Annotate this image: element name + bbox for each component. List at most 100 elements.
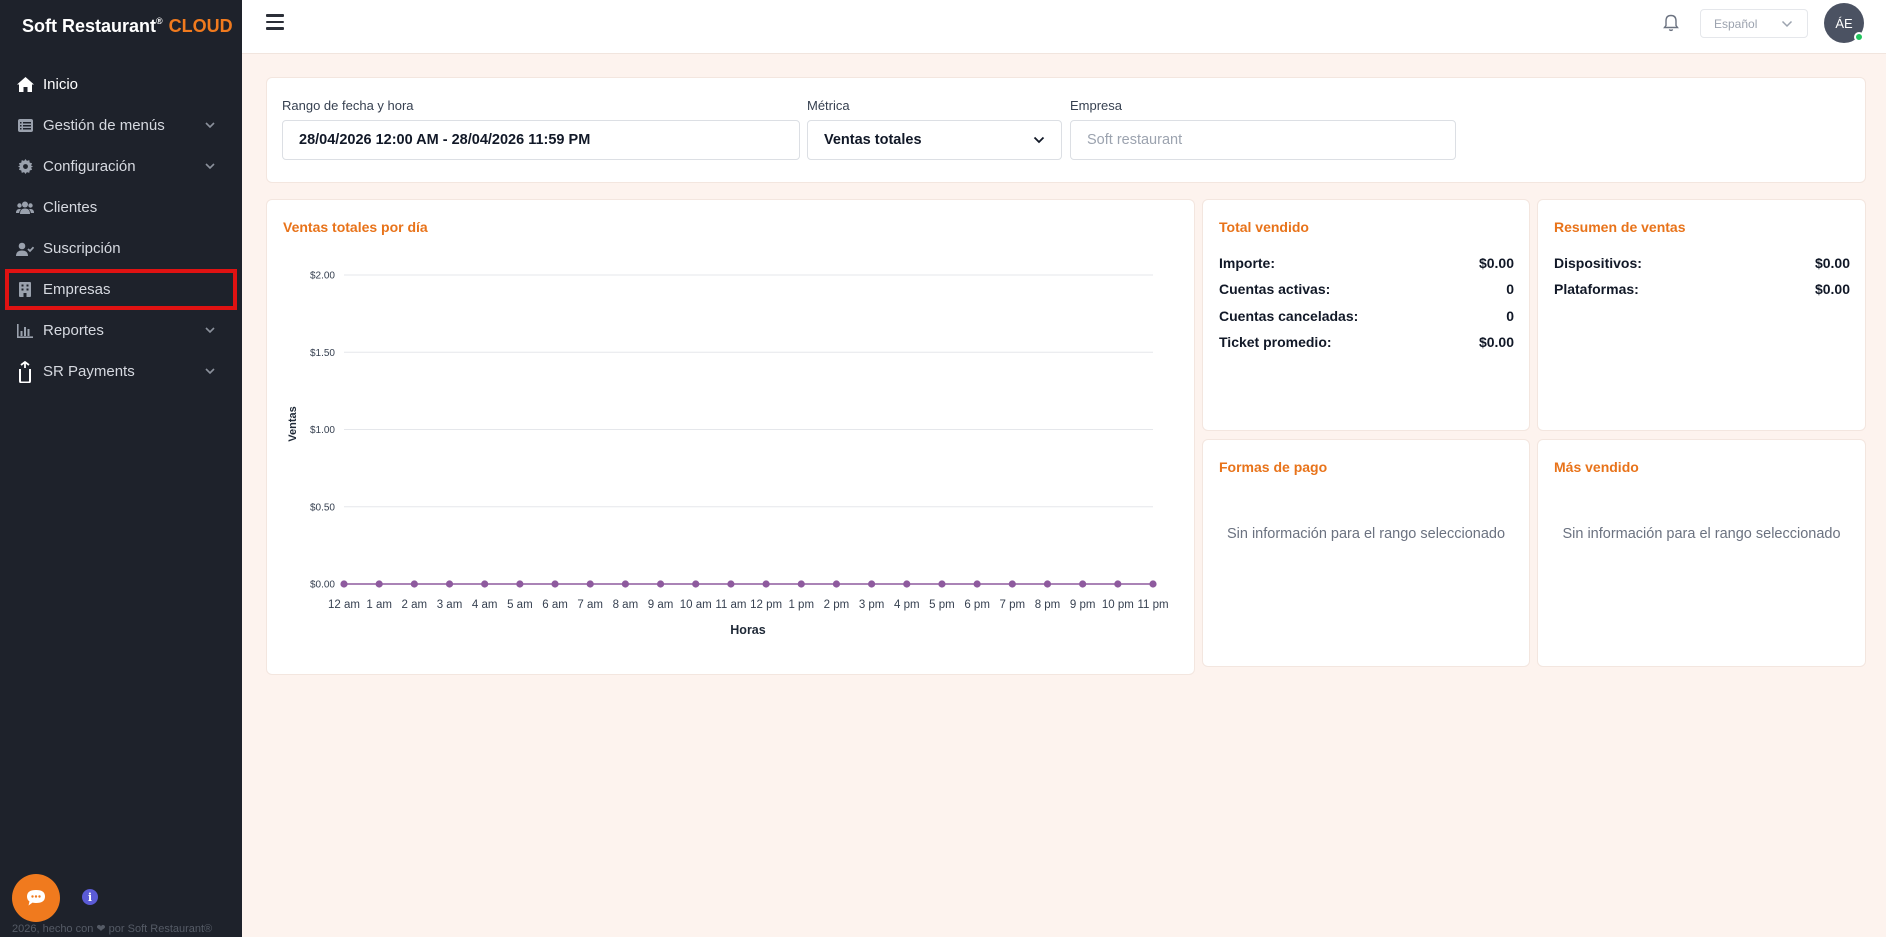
- brand-suffix: CLOUD: [168, 16, 233, 36]
- sidebar-item-label: Inicio: [43, 76, 79, 93]
- mas-vendido-title: Más vendido: [1554, 459, 1639, 475]
- chevron-down-icon: [205, 327, 215, 334]
- x-tick-label: 6 am: [542, 599, 568, 611]
- data-point: [481, 580, 489, 588]
- data-point: [551, 580, 559, 588]
- data-point: [1149, 580, 1157, 588]
- row-label: Importe:: [1219, 255, 1275, 271]
- x-tick-label: 11 pm: [1137, 599, 1168, 611]
- row-label: Cuentas canceladas:: [1219, 308, 1359, 324]
- resumen-row-dispositivos: Dispositivos: $0.00: [1554, 255, 1850, 273]
- date-range-value: 28/04/2026 12:00 AM - 28/04/2026 11:59 P…: [299, 132, 591, 148]
- sidebar-item-gestion-menus[interactable]: Gestión de menús: [0, 105, 242, 146]
- empty-state-message: Sin información para el rango selecciona…: [1562, 526, 1841, 542]
- row-label: Ticket promedio:: [1219, 334, 1332, 350]
- date-range-input[interactable]: 28/04/2026 12:00 AM - 28/04/2026 11:59 P…: [282, 120, 800, 160]
- topbar: Español ÁE: [242, 0, 1886, 54]
- row-label: Plataformas:: [1554, 281, 1639, 297]
- data-point: [868, 580, 876, 588]
- brand-name: Soft Restaurant: [22, 16, 157, 36]
- row-value: 0: [1506, 308, 1514, 324]
- x-tick-label: 3 pm: [859, 599, 885, 611]
- x-tick-label: 12 am: [328, 599, 360, 611]
- total-vendido-title: Total vendido: [1219, 219, 1309, 235]
- formas-pago-title: Formas de pago: [1219, 459, 1328, 475]
- metric-select[interactable]: Ventas totales: [807, 120, 1062, 160]
- sidebar-item-label: Empresas: [43, 281, 111, 298]
- footer-note: 2026, hecho con ❤ por Soft Restaurant®: [12, 923, 213, 935]
- total-vendido-card: Total vendido Importe: $0.00 Cuentas acti…: [1202, 199, 1530, 431]
- brand-reg: ®: [156, 16, 163, 26]
- total-row-cuentas-activas: Cuentas activas: 0: [1219, 281, 1514, 299]
- y-axis-label: Ventas: [287, 406, 299, 441]
- sidebar-item-sr-payments[interactable]: SR Payments: [0, 351, 242, 392]
- chat-support-button[interactable]: [12, 874, 60, 922]
- x-tick-label: 12 pm: [750, 599, 782, 611]
- users-icon: [15, 198, 35, 218]
- metric-label: Métrica: [807, 98, 850, 113]
- sidebar-item-label: Clientes: [43, 199, 98, 216]
- company-input[interactable]: Soft restaurant: [1070, 120, 1456, 160]
- sidebar-item-configuracion[interactable]: Configuración: [0, 146, 242, 187]
- sidebar-item-label: Gestión de menús: [43, 117, 165, 134]
- sidebar-item-label: SR Payments: [43, 363, 135, 380]
- hamburger-menu-icon[interactable]: [266, 14, 284, 30]
- data-point: [692, 580, 700, 588]
- x-tick-label: 4 am: [472, 599, 498, 611]
- chat-icon: [27, 890, 45, 906]
- company-placeholder: Soft restaurant: [1087, 132, 1183, 148]
- sales-line-chart: $0.00 $0.50 $1.00 $1.50 $2.00 12 am 1 am 2 am 3 …: [287, 271, 1169, 638]
- data-point: [727, 580, 735, 588]
- language-value: Español: [1714, 16, 1758, 31]
- data-point: [762, 580, 770, 588]
- sidebar-item-suscripcion[interactable]: Suscripción: [0, 228, 242, 269]
- filters-card: Rango de fecha y hora 28/04/2026 12:00 A…: [266, 77, 1866, 183]
- row-label: Dispositivos:: [1554, 255, 1642, 271]
- sidebar-item-empresas[interactable]: Empresas: [5, 269, 237, 310]
- x-tick-label: 10 am: [680, 599, 712, 611]
- data-point: [797, 580, 805, 588]
- language-select[interactable]: Español: [1700, 9, 1808, 38]
- sidebar-item-label: Reportes: [43, 322, 104, 339]
- x-tick-label: 9 pm: [1070, 599, 1096, 611]
- row-value: $0.00: [1814, 281, 1850, 297]
- sidebar-item-clientes[interactable]: Clientes: [0, 187, 242, 228]
- x-tick-label: 5 am: [507, 599, 533, 611]
- info-icon[interactable]: i: [82, 889, 98, 905]
- y-tick-label: $0.00: [310, 580, 335, 591]
- data-point: [445, 580, 454, 588]
- chevron-down-icon: [1033, 136, 1045, 144]
- chevron-down-icon: [205, 368, 215, 375]
- data-point: [410, 580, 418, 588]
- x-tick-label: 7 am: [577, 599, 603, 611]
- bell-icon[interactable]: [1663, 14, 1679, 32]
- row-label: Cuentas activas:: [1219, 281, 1331, 297]
- data-point: [586, 580, 594, 588]
- data-point: [832, 580, 841, 588]
- x-tick-label: 9 am: [648, 599, 674, 611]
- total-row-ticket-promedio: Ticket promedio: $0.00: [1219, 334, 1514, 352]
- x-tick-label: 8 am: [613, 599, 639, 611]
- sidebar-item-reportes[interactable]: Reportes: [0, 310, 242, 351]
- x-tick-label: 11 am: [715, 599, 746, 611]
- sales-chart-card: Ventas totales por día $0.00 $0.50 $1.00 $1…: [266, 199, 1195, 675]
- empty-state-message: Sin información para el rango selecciona…: [1226, 526, 1506, 542]
- building-icon: [15, 280, 35, 300]
- x-tick-label: 3 am: [437, 599, 463, 611]
- x-tick-label: 1 am: [366, 599, 392, 611]
- brand-logo[interactable]: Soft Restaurant® CLOUD: [22, 16, 233, 42]
- user-avatar[interactable]: ÁE: [1824, 3, 1864, 43]
- sidebar: Soft Restaurant® CLOUD Inicio Gestión de …: [0, 0, 242, 937]
- formas-pago-card: Formas de pago Sin información para el r…: [1202, 439, 1530, 667]
- home-icon: [15, 75, 35, 95]
- chevron-down-icon: [1781, 20, 1793, 28]
- x-tick-label: 2 pm: [824, 599, 850, 611]
- y-tick-label: $1.00: [310, 425, 335, 436]
- data-point: [375, 580, 383, 588]
- row-value: $0.00: [1478, 334, 1514, 350]
- resumen-ventas-title: Resumen de ventas: [1554, 219, 1686, 235]
- row-value: 0: [1506, 281, 1514, 297]
- sr-payments-icon: [15, 360, 35, 383]
- row-value: $0.00: [1814, 255, 1850, 271]
- sidebar-item-inicio[interactable]: Inicio: [0, 64, 242, 105]
